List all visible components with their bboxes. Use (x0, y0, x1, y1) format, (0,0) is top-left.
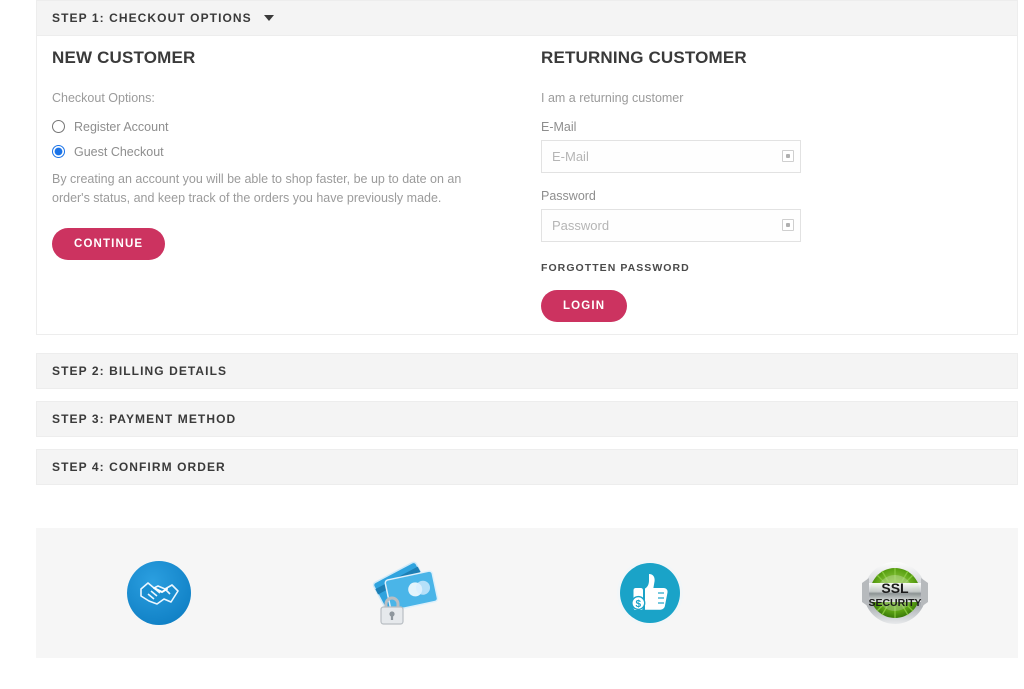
returning-customer-heading: RETURNING CUSTOMER (541, 48, 747, 67)
step-header-title: STEP 4: CONFIRM ORDER (52, 460, 226, 474)
returning-customer-intro: I am a returning customer (541, 91, 684, 106)
checkout-page: STEP 1: CHECKOUT OPTIONS NEW CUSTOMER Ch… (0, 0, 1024, 689)
radio-row-guest-checkout[interactable]: Guest Checkout (52, 145, 512, 159)
svg-text:$: $ (635, 599, 641, 610)
new-customer-column: NEW CUSTOMER Checkout Options: Register … (52, 48, 512, 260)
step-header-title: STEP 1: CHECKOUT OPTIONS (52, 11, 252, 25)
checkout-options-label: Checkout Options: (52, 91, 155, 106)
autofill-icon[interactable] (782, 150, 794, 163)
step-header-confirm-order[interactable]: STEP 4: CONFIRM ORDER (36, 449, 1018, 485)
step-header-title: STEP 2: BILLING DETAILS (52, 364, 228, 378)
returning-customer-column: RETURNING CUSTOMER I am a returning cust… (541, 48, 841, 322)
radio-label-register-account[interactable]: Register Account (74, 120, 169, 134)
handshake-icon (126, 561, 191, 625)
autofill-icon[interactable] (782, 219, 794, 232)
step-header-checkout-options[interactable]: STEP 1: CHECKOUT OPTIONS (36, 0, 1018, 36)
radio-label-guest-checkout[interactable]: Guest Checkout (74, 145, 164, 159)
ssl-label-bottom: SECURITY (869, 597, 922, 609)
account-benefits-text: By creating an account you will be able … (52, 171, 462, 206)
chevron-down-icon[interactable] (263, 15, 274, 21)
new-customer-heading: NEW CUSTOMER (52, 48, 196, 67)
continue-button[interactable]: CONTINUE (52, 227, 166, 260)
radio-guest-checkout[interactable] (52, 145, 65, 159)
trust-badges-strip: VISA (36, 528, 1018, 658)
ssl-security-badge: SSL SECURITY (773, 528, 1019, 658)
credit-cards-lock-icon: VISA (373, 561, 439, 625)
radio-row-register-account[interactable]: Register Account (52, 120, 512, 134)
email-input[interactable] (541, 139, 801, 173)
checkout-options-panel: NEW CUSTOMER Checkout Options: Register … (36, 36, 1018, 335)
secure-payment-badge: VISA (282, 528, 528, 658)
step-header-title: STEP 3: PAYMENT METHOD (52, 412, 237, 426)
email-input-wrap (541, 139, 801, 173)
email-label: E-Mail (541, 119, 577, 134)
ssl-label-top: SSL (882, 580, 910, 596)
password-label: Password (541, 188, 596, 203)
forgotten-password-link[interactable]: FORGOTTEN PASSWORD (541, 262, 690, 274)
handshake-badge (36, 528, 282, 658)
thumbs-up-dollar-icon: $ (616, 560, 683, 626)
password-input[interactable] (541, 208, 801, 242)
step-header-billing-details[interactable]: STEP 2: BILLING DETAILS (36, 353, 1018, 389)
password-input-wrap (541, 208, 801, 242)
ssl-seal-icon: SSL SECURITY (862, 562, 929, 624)
login-button[interactable]: LOGIN (541, 289, 628, 322)
satisfaction-badge: $ (527, 528, 773, 658)
step-header-payment-method[interactable]: STEP 3: PAYMENT METHOD (36, 401, 1018, 437)
radio-register-account[interactable] (52, 120, 65, 134)
